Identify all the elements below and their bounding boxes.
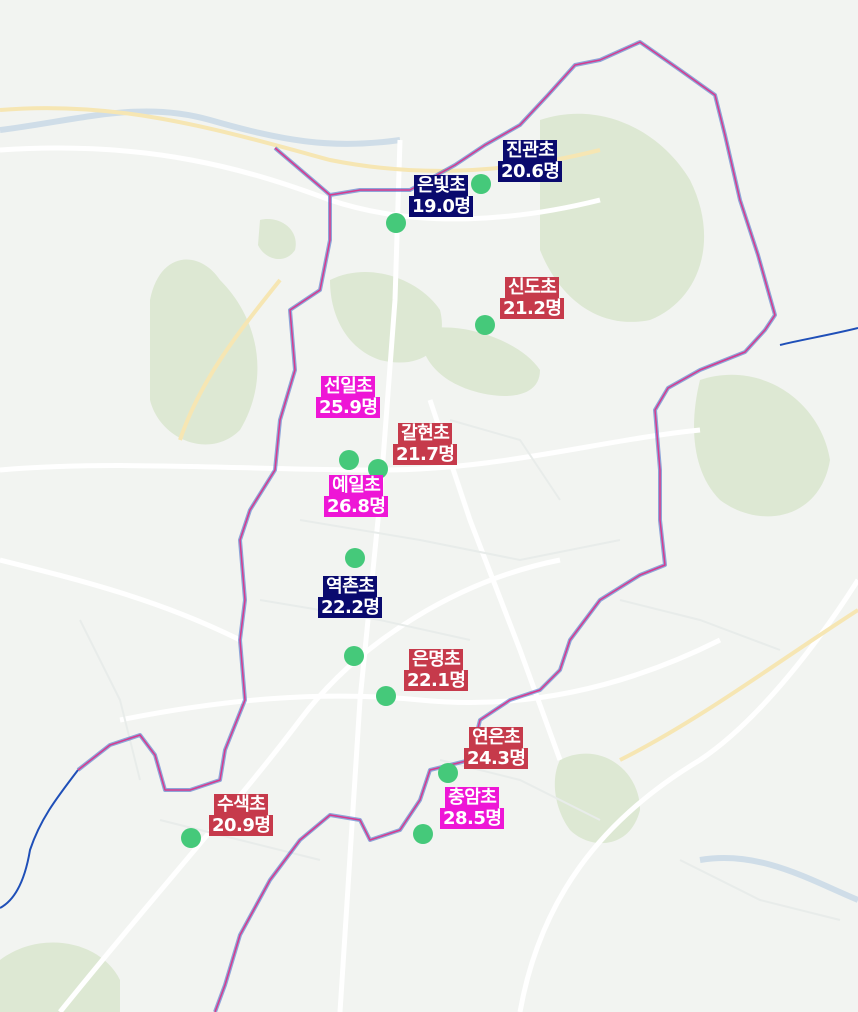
school-label-galhyeon: 갈현초 21.7명 bbox=[393, 423, 458, 465]
school-label-yeil: 예일초 26.8명 bbox=[324, 475, 389, 517]
school-marker-susaek[interactable] bbox=[181, 828, 201, 848]
school-label-eunmyeong: 은명초 22.1명 bbox=[404, 649, 469, 691]
school-marker-yeil[interactable] bbox=[345, 548, 365, 568]
school-marker-chungam[interactable] bbox=[413, 824, 433, 844]
school-marker-sindo[interactable] bbox=[475, 315, 495, 335]
school-name: 역촌초 bbox=[323, 576, 378, 597]
base-map bbox=[0, 0, 858, 1012]
school-name: 갈현초 bbox=[398, 423, 453, 444]
class-size-value: 22.1명 bbox=[404, 670, 469, 691]
school-name: 수색초 bbox=[214, 794, 269, 815]
school-name: 예일초 bbox=[329, 475, 384, 496]
school-label-yeokchon: 역촌초 22.2명 bbox=[318, 576, 383, 618]
class-size-value: 19.0명 bbox=[409, 196, 474, 217]
school-label-sindo: 신도초 21.2명 bbox=[500, 277, 565, 319]
class-size-value: 26.8명 bbox=[324, 496, 389, 517]
school-name: 은명초 bbox=[409, 649, 464, 670]
school-label-jingwan: 진관초 20.6명 bbox=[498, 140, 563, 182]
school-name: 은빛초 bbox=[414, 175, 469, 196]
school-name: 연은초 bbox=[469, 727, 524, 748]
school-label-seonil: 선일초 25.9명 bbox=[316, 376, 381, 418]
class-size-value: 28.5명 bbox=[440, 808, 505, 829]
school-marker-eunbit[interactable] bbox=[386, 213, 406, 233]
school-label-yeoneun: 연은초 24.3명 bbox=[464, 727, 529, 769]
school-marker-jingwan[interactable] bbox=[471, 174, 491, 194]
class-size-value: 20.6명 bbox=[498, 161, 563, 182]
class-size-value: 21.7명 bbox=[393, 444, 458, 465]
school-name: 진관초 bbox=[503, 140, 558, 161]
map-canvas[interactable]: 진관초 20.6명은빛초 19.0명신도초 21.2명선일초 25.9명갈현초 21.7명… bbox=[0, 0, 858, 1012]
school-marker-eunmyeong[interactable] bbox=[376, 686, 396, 706]
class-size-value: 24.3명 bbox=[464, 748, 529, 769]
class-size-value: 25.9명 bbox=[316, 397, 381, 418]
class-size-value: 22.2명 bbox=[318, 597, 383, 618]
class-size-value: 20.9명 bbox=[209, 815, 274, 836]
school-marker-yeoneun[interactable] bbox=[438, 763, 458, 783]
school-name: 충암초 bbox=[445, 787, 500, 808]
school-label-susaek: 수색초 20.9명 bbox=[209, 794, 274, 836]
school-name: 선일초 bbox=[321, 376, 376, 397]
class-size-value: 21.2명 bbox=[500, 298, 565, 319]
school-label-chungam: 충암초 28.5명 bbox=[440, 787, 505, 829]
school-marker-yeokchon[interactable] bbox=[344, 646, 364, 666]
school-name: 신도초 bbox=[505, 277, 560, 298]
school-marker-seonil[interactable] bbox=[339, 450, 359, 470]
school-label-eunbit: 은빛초 19.0명 bbox=[409, 175, 474, 217]
